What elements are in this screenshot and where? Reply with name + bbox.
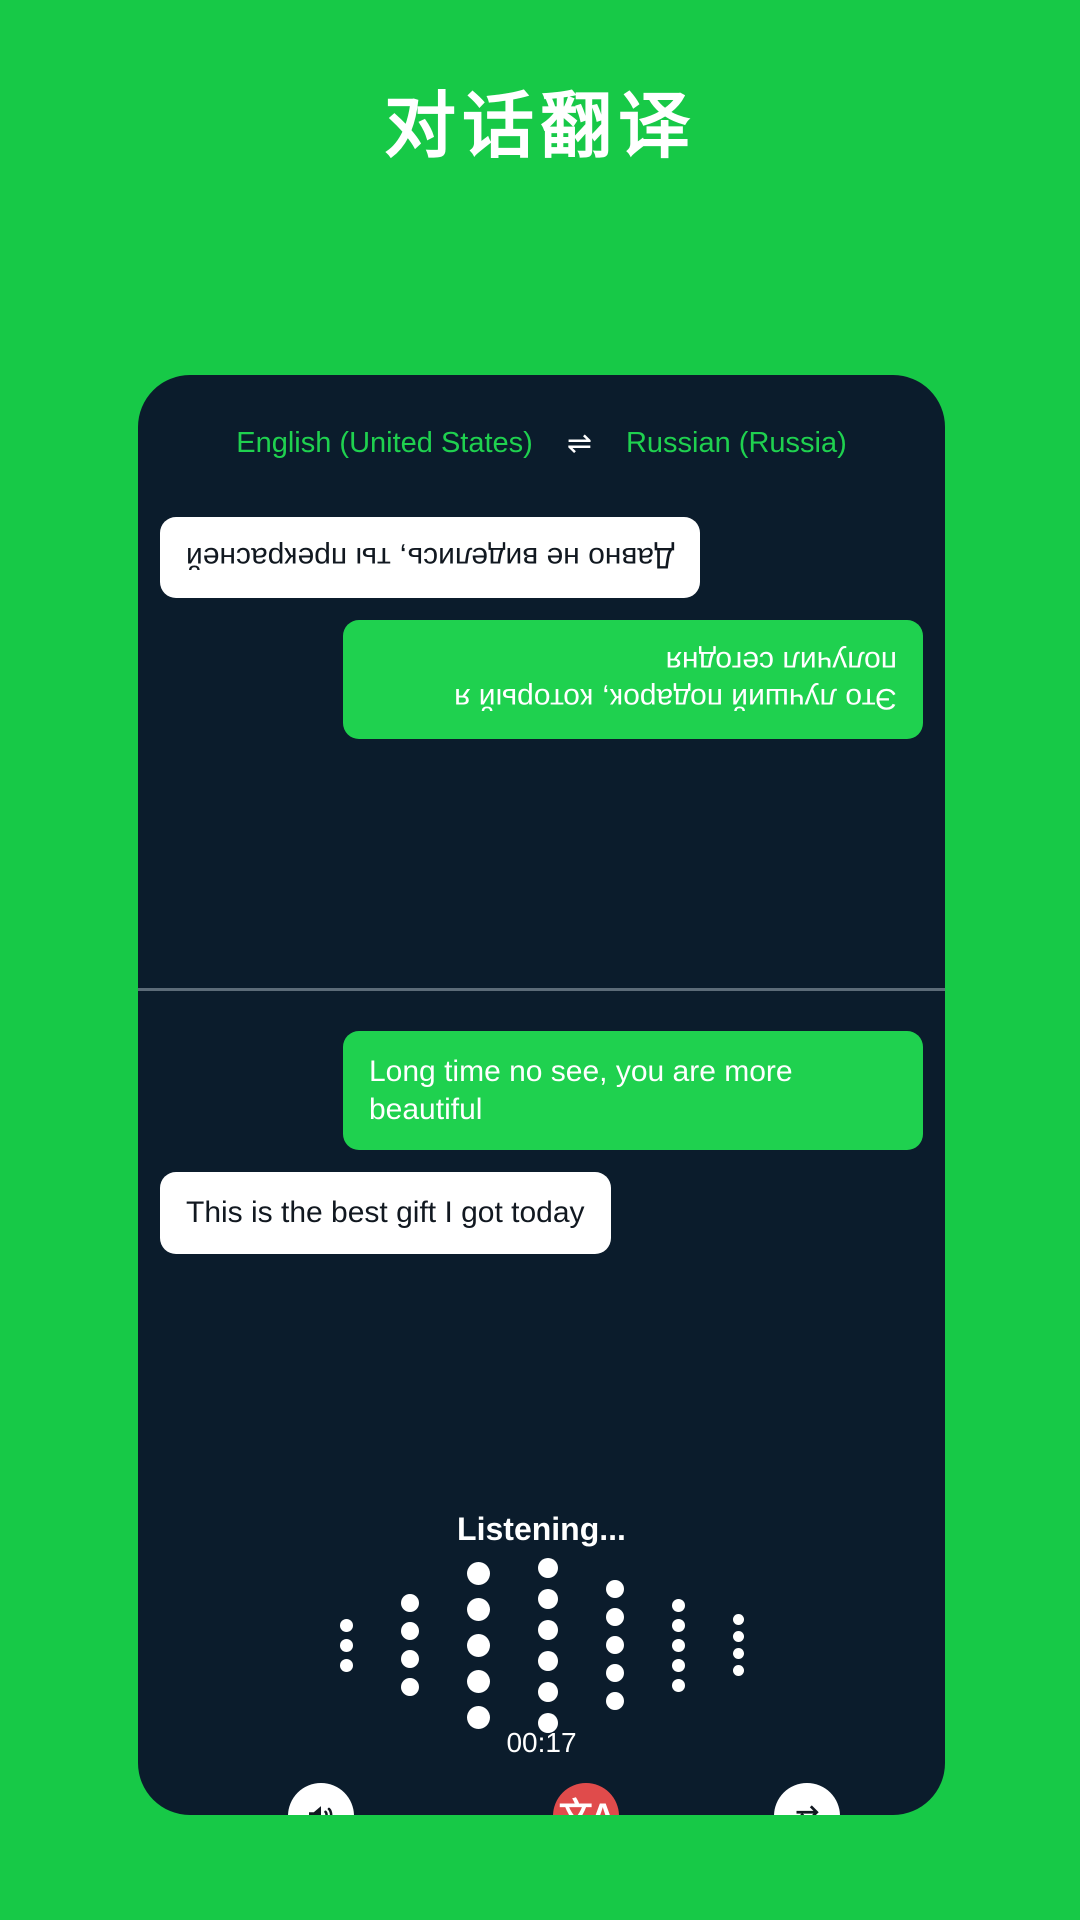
control-bar: Speaker is on 文A Quit Toggle [138,1783,945,1815]
visualizer-column [400,1594,419,1696]
visualizer-dot [671,1598,685,1612]
message-bubble[interactable]: Long time no see, you are more beautiful [343,1031,923,1150]
phone-frame: English (United States) ⇌ Russian (Russi… [138,375,945,1815]
visualizer-column [732,1614,744,1676]
visualizer-dot [671,1618,685,1632]
translate-icon: 文A [552,1783,619,1815]
visualizer-dot [537,1588,558,1609]
visualizer-dot [466,1669,490,1693]
visualizer-dot [605,1608,624,1626]
audio-visualizer [138,1557,945,1733]
visualizer-dot [732,1614,744,1625]
visualizer-dot [671,1658,685,1672]
visualizer-dot [671,1678,685,1692]
visualizer-dot [339,1618,353,1632]
swap-horizontal-icon[interactable]: ⇌ [567,428,592,459]
visualizer-dot [537,1557,558,1578]
listening-status-label: Listening... [457,1511,626,1547]
visualizer-dot [605,1580,624,1598]
visualizer-column [537,1557,558,1733]
visualizer-dot [339,1638,353,1652]
page-title: 对话翻译 [383,87,696,167]
toggle-button[interactable]: Toggle [765,1783,848,1815]
visualizer-dot [339,1658,353,1672]
pane-divider [138,988,945,991]
visualizer-dot [537,1619,558,1640]
message-bubble[interactable]: Это лучший подарок, который я получил се… [343,620,923,740]
speaker-toggle-button[interactable]: Speaker is on [235,1783,406,1815]
visualizer-column [339,1618,353,1672]
speaker-on-icon [287,1783,354,1815]
visualizer-dot [537,1650,558,1671]
visualizer-dot [400,1622,419,1640]
visualizer-column [605,1580,624,1710]
visualizer-dot [605,1664,624,1682]
target-language-label[interactable]: Russian (Russia) [626,427,847,460]
visualizer-dot [605,1636,624,1654]
conversation-pane-bottom: Long time no see, you are more beautiful… [138,995,945,1465]
visualizer-dot [732,1631,744,1642]
message-bubble[interactable]: Давно не виделись, ты прекрасней [160,517,701,599]
quit-button[interactable]: 文A Quit [552,1783,619,1815]
recording-timer: 00:17 [506,1727,577,1758]
conversation-pane-top: Это лучший подарок, который я получил се… [138,495,945,989]
visualizer-dot [537,1681,558,1702]
visualizer-dot [671,1638,685,1652]
visualizer-dot [466,1561,490,1585]
visualizer-dot [466,1597,490,1621]
visualizer-dot [400,1678,419,1696]
visualizer-dot [732,1648,744,1659]
visualizer-dot [400,1650,419,1668]
visualizer-dot [605,1692,624,1710]
visualizer-column [466,1561,490,1729]
visualizer-column [671,1598,685,1692]
repeat-swap-icon [773,1783,840,1815]
source-language-label[interactable]: English (United States) [236,427,533,460]
visualizer-dot [732,1665,744,1676]
translate-glyph: 文A [559,1799,616,1815]
visualizer-dot [466,1705,490,1729]
visualizer-dot [400,1594,419,1612]
visualizer-dot [466,1633,490,1657]
language-selector-bar: English (United States) ⇌ Russian (Russi… [138,427,945,460]
message-bubble[interactable]: This is the best gift I got today [160,1172,611,1254]
